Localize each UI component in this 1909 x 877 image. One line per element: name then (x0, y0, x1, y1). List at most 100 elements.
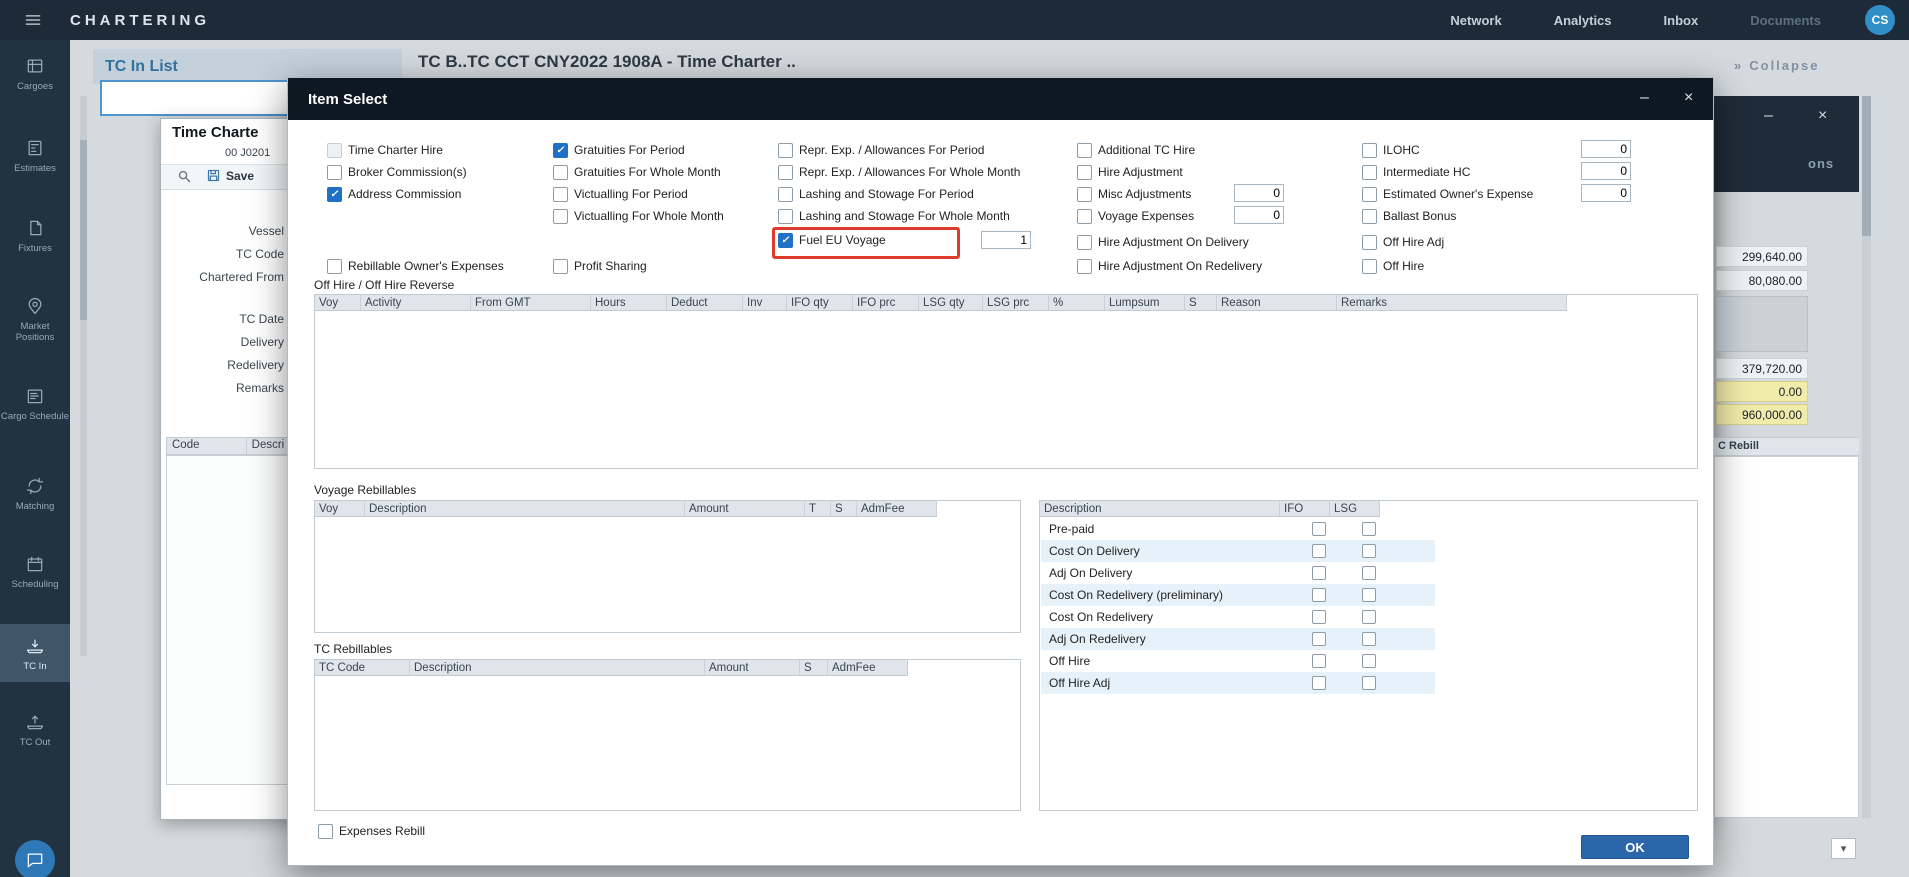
sidebar-item-tc-out[interactable]: TC Out (0, 712, 70, 748)
checkbox-lashing-and-stowage-for-whole-month[interactable]: Lashing and Stowage For Whole Month (778, 208, 1010, 224)
checkbox-address-commission[interactable]: Address Commission (327, 186, 461, 202)
checkbox-fuel-eu-voyage[interactable]: Fuel EU Voyage (778, 232, 886, 248)
checkbox-box (1362, 235, 1377, 250)
checkbox-box (553, 187, 568, 202)
tc-in-icon (24, 636, 46, 656)
checkbox-repr-exp-allowances-for-period[interactable]: Repr. Exp. / Allowances For Period (778, 142, 984, 158)
nav-analytics[interactable]: Analytics (1554, 13, 1612, 28)
checkbox-victualling-for-period[interactable]: Victualling For Period (553, 186, 688, 202)
checkbox-victualling-for-whole-month[interactable]: Victualling For Whole Month (553, 208, 724, 224)
sidebar-item-fixtures[interactable]: Fixtures (0, 218, 70, 254)
estimated-owners-expense-input[interactable] (1581, 184, 1631, 202)
checkbox-box (1077, 187, 1092, 202)
hamburger-menu-icon[interactable] (20, 7, 46, 33)
search-icon[interactable] (176, 168, 193, 188)
checkbox-ballast-bonus[interactable]: Ballast Bonus (1362, 208, 1456, 224)
save-button[interactable]: Save (206, 168, 254, 183)
lsg-checkbox[interactable] (1362, 654, 1376, 668)
checkbox-hire-adjustment-on-delivery[interactable]: Hire Adjustment On Delivery (1077, 234, 1249, 250)
list-scrollbar-thumb[interactable] (80, 140, 87, 320)
lsg-checkbox[interactable] (1362, 566, 1376, 580)
checkbox-gratuities-for-period[interactable]: Gratuities For Period (553, 142, 685, 158)
checkbox-box (778, 187, 793, 202)
sidebar-item-matching[interactable]: Matching (0, 476, 70, 512)
voyage-rebillables-table: Voy Description Amount T S AdmFee (314, 500, 1021, 633)
checkbox-expenses-rebill[interactable]: Expenses Rebill (318, 823, 425, 839)
user-avatar[interactable]: CS (1865, 5, 1895, 35)
checkbox-lashing-and-stowage-for-period[interactable]: Lashing and Stowage For Period (778, 186, 974, 202)
checkbox-hire-adjustment[interactable]: Hire Adjustment (1077, 164, 1183, 180)
background-value-1: 299,640.00 (1716, 246, 1808, 267)
ifo-checkbox[interactable] (1312, 676, 1326, 690)
checkbox-box (318, 824, 333, 839)
close-icon[interactable]: × (1818, 108, 1827, 124)
intermediate-hc-input[interactable] (1581, 162, 1631, 180)
ifo-checkbox[interactable] (1312, 566, 1326, 580)
ifo-checkbox[interactable] (1312, 610, 1326, 624)
lsg-checkbox[interactable] (1362, 588, 1376, 602)
checkbox-voyage-expenses[interactable]: Voyage Expenses (1077, 208, 1194, 224)
lsg-checkbox[interactable] (1362, 544, 1376, 558)
checkbox-misc-adjustments[interactable]: Misc Adjustments (1077, 186, 1191, 202)
off-hire-section-label: Off Hire / Off Hire Reverse (314, 278, 454, 292)
checkbox-rebillable-owners-expenses[interactable]: Rebillable Owner's Expenses (327, 258, 504, 274)
chat-button[interactable] (15, 840, 55, 877)
checkbox-repr-exp-allowances-for-whole-month[interactable]: Repr. Exp. / Allowances For Whole Month (778, 164, 1020, 180)
ifo-checkbox[interactable] (1312, 654, 1326, 668)
checkbox-estimated-owners-expense[interactable]: Estimated Owner's Expense (1362, 186, 1533, 202)
ifo-checkbox[interactable] (1312, 632, 1326, 646)
item-select-modal: Item Select – × Time Charter Hire Broker… (287, 77, 1714, 866)
checkbox-box (1362, 209, 1377, 224)
modal-close-icon[interactable]: × (1684, 90, 1693, 106)
ilohc-input[interactable] (1581, 140, 1631, 158)
sidebar-item-market-positions[interactable]: Market Positions (0, 296, 70, 343)
sidebar-item-scheduling[interactable]: Scheduling (0, 554, 70, 590)
voyage-expenses-input[interactable] (1234, 206, 1284, 224)
lsg-checkbox[interactable] (1362, 522, 1376, 536)
sidebar-item-tc-in[interactable]: TC In (0, 624, 70, 682)
checkbox-profit-sharing[interactable]: Profit Sharing (553, 258, 647, 274)
checkbox-gratuities-for-whole-month[interactable]: Gratuities For Whole Month (553, 164, 721, 180)
background-value-2: 80,080.00 (1716, 270, 1808, 291)
ifo-checkbox[interactable] (1312, 588, 1326, 602)
bunkers-row-adj-on-redelivery: Adj On Redelivery (1041, 628, 1435, 650)
field-label-vessel: Vessel (164, 224, 284, 238)
checkbox-ilohc[interactable]: ILOHC (1362, 142, 1420, 158)
nav-documents[interactable]: Documents (1750, 13, 1821, 28)
lsg-checkbox[interactable] (1362, 610, 1376, 624)
checkbox-off-hire[interactable]: Off Hire (1362, 258, 1424, 274)
sidebar-item-estimates[interactable]: Estimates (0, 138, 70, 174)
background-value-4: 0.00 (1716, 381, 1808, 402)
chartering-app: CHARTERING Network Analytics Inbox Docum… (0, 0, 1909, 877)
ifo-checkbox[interactable] (1312, 544, 1326, 558)
minimize-icon[interactable]: – (1764, 108, 1773, 124)
nav-inbox[interactable]: Inbox (1664, 13, 1699, 28)
background-panel-header: – × (1714, 96, 1859, 192)
modal-header: Item Select – × (288, 78, 1713, 120)
modal-minimize-icon[interactable]: – (1640, 90, 1649, 106)
sidebar-item-cargoes[interactable]: Cargoes (0, 56, 70, 92)
right-scrollbar-thumb[interactable] (1862, 96, 1871, 236)
app-title: CHARTERING (70, 12, 210, 29)
top-nav: Network Analytics Inbox Documents CS (1398, 5, 1895, 35)
app-bar: CHARTERING Network Analytics Inbox Docum… (0, 0, 1909, 40)
time-charter-dialog-subtitle-fragment: 00 J0201 (225, 147, 270, 159)
misc-adjustments-input[interactable] (1234, 184, 1284, 202)
checkbox-broker-commissions[interactable]: Broker Commission(s) (327, 164, 467, 180)
fuel-eu-voyage-input[interactable] (981, 231, 1031, 249)
checkbox-intermediate-hc[interactable]: Intermediate HC (1362, 164, 1470, 180)
nav-network[interactable]: Network (1450, 13, 1501, 28)
checkbox-additional-tc-hire[interactable]: Additional TC Hire (1077, 142, 1195, 158)
dropdown-arrow[interactable]: ▾ (1831, 838, 1856, 859)
background-value-3: 379,720.00 (1716, 358, 1808, 379)
checkbox-hire-adjustment-on-redelivery[interactable]: Hire Adjustment On Redelivery (1077, 258, 1262, 274)
ok-button[interactable]: OK (1581, 835, 1689, 859)
collapse-button[interactable]: » Collapse (1734, 58, 1819, 73)
chat-bubble-icon (24, 850, 46, 870)
checkbox-off-hire-adj[interactable]: Off Hire Adj (1362, 234, 1444, 250)
sidebar-item-cargo-schedule[interactable]: Cargo Schedule (0, 386, 70, 422)
lsg-checkbox[interactable] (1362, 676, 1376, 690)
ifo-checkbox[interactable] (1312, 522, 1326, 536)
checkbox-time-charter-hire[interactable]: Time Charter Hire (327, 142, 443, 158)
lsg-checkbox[interactable] (1362, 632, 1376, 646)
